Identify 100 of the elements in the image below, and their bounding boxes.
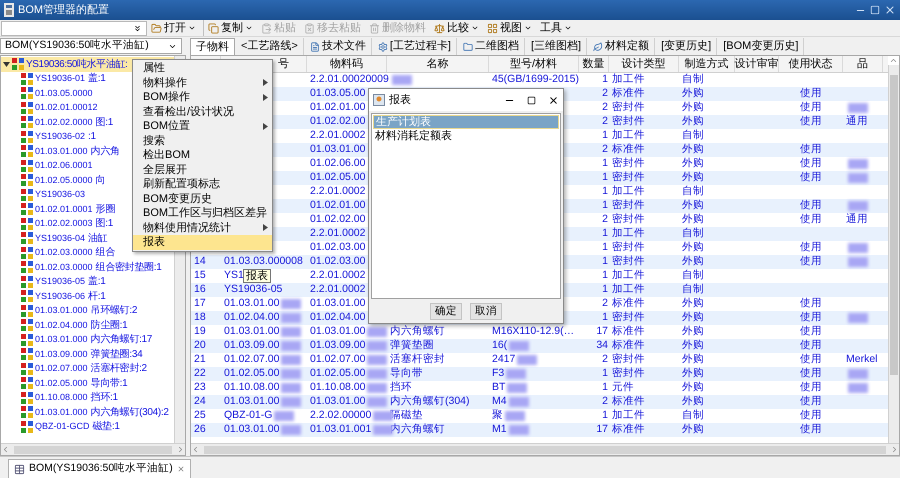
- table-cell-text: 01.02.05.00: [224, 366, 280, 382]
- table-cell-text: 1: [602, 198, 608, 214]
- table-cell-text: 密封件: [612, 100, 645, 115]
- table-cell-text: 34: [596, 338, 608, 354]
- table-cell-text: 1: [602, 170, 608, 186]
- table-cell-text: 元件: [612, 380, 634, 396]
- table-cell-text: 2.2.01.0002: [310, 282, 366, 298]
- row-number: 21: [194, 352, 206, 368]
- table-cell-text: 01.02.02.00: [310, 212, 366, 228]
- table-cell-text: 密封件: [612, 170, 645, 185]
- table-cell-text: 密封件: [612, 254, 645, 269]
- tree-item-text: 活塞杆密封:2: [90, 362, 147, 376]
- tree-item-text: 盖:1: [88, 274, 106, 290]
- table-cell-text: 加工件: [612, 268, 645, 283]
- table-cell-text: 外购: [682, 380, 704, 396]
- table-cell-text: 标准件: [612, 324, 645, 340]
- row-number: 18: [194, 310, 206, 326]
- table-cell-text: 2.2.01.0002: [310, 184, 366, 200]
- table-cell-text: 自制: [682, 282, 704, 298]
- table-cell-text: 标准件: [612, 394, 645, 409]
- tree-item-text: 图:1: [96, 116, 114, 130]
- window-title: BOM管理器的配置: [18, 2, 110, 18]
- tree-item-text: 形圈: [96, 202, 115, 217]
- table-cell-text: 加工件: [612, 408, 645, 424]
- table-cell-text: 自制: [682, 226, 704, 242]
- table-cell-text: YS1: [224, 268, 244, 284]
- table-cell-text: 外购: [682, 86, 704, 102]
- table-cell-text: 1: [602, 380, 608, 396]
- table-cell-text: 外购: [682, 310, 704, 326]
- table-cell-text: 密封件: [612, 198, 645, 213]
- table-cell-text: M1: [492, 422, 507, 438]
- row-number: 22: [194, 366, 206, 382]
- row-number: 15: [194, 268, 206, 284]
- table-cell-text: 1: [602, 226, 608, 242]
- table-cell-text: 2: [602, 100, 608, 116]
- table-cell-text: 自制: [682, 184, 704, 200]
- table-cell-text: 密封件: [612, 156, 645, 171]
- tree-item-text: 挡环:1: [90, 390, 118, 406]
- tree-item-text: 杆:1: [88, 290, 106, 304]
- table-cell-text: 使用: [800, 212, 822, 228]
- tree-item-text: 组合密封垫圈:1: [96, 260, 162, 275]
- table-cell-text: 使用: [800, 240, 822, 256]
- table-cell-text: 外购: [682, 142, 704, 158]
- table-cell-text: 外购: [682, 156, 704, 172]
- table-cell-text: 1: [602, 156, 608, 172]
- tree-item-text: 盖:1: [88, 72, 106, 86]
- tooltip: 报表: [243, 269, 271, 283]
- table-cell-text: 自制: [682, 268, 704, 283]
- table-cell-text: 通用: [846, 212, 868, 228]
- table-cell-text: 弹簧垫圈: [390, 338, 434, 353]
- table-cell-text: 01.03.01.00: [310, 142, 366, 158]
- row-number: 17: [194, 296, 206, 312]
- row-number: 24: [194, 394, 206, 410]
- table-cell-text: 外购: [682, 198, 704, 214]
- table-cell-text: 1: [602, 240, 608, 256]
- table-cell-text: 外购: [682, 366, 704, 382]
- table-cell-text: 标准件: [612, 86, 645, 101]
- table-cell-text: 2.2.02.00000: [310, 408, 372, 424]
- table-cell-text: 使用: [800, 380, 822, 396]
- table-cell-text: 外购: [682, 296, 704, 312]
- table-cell-text: 使用: [800, 170, 822, 186]
- table-cell-text: 1: [602, 72, 608, 88]
- table-cell-text: 密封件: [612, 366, 645, 382]
- table-cell-text: 加工件: [612, 128, 645, 144]
- tree-item-text: 内六角螺钉:17: [90, 332, 152, 348]
- table-cell-text: 1: [602, 282, 608, 298]
- table-cell-text: M16X110-12.9(…: [492, 324, 574, 340]
- dialog-title: 报表: [389, 92, 412, 108]
- table-cell-text: 2.2.01.0002: [310, 128, 366, 144]
- table-cell-text: 使用: [800, 296, 822, 312]
- table-cell-text: F3: [492, 366, 504, 382]
- table-cell-text: 16(: [492, 338, 508, 354]
- table-cell-text: 1: [602, 268, 608, 284]
- table-cell-text: 01.02.05.00: [310, 366, 366, 382]
- table-cell-text: 01.03.01.00: [310, 296, 366, 312]
- tree-item-text: 磁垫:1: [92, 420, 120, 434]
- table-cell-text: 挡环: [390, 380, 412, 395]
- table-cell-text: 01.03.01.00: [310, 394, 366, 410]
- table-cell-text: 外购: [682, 324, 704, 340]
- table-cell-text: 使用: [800, 100, 822, 116]
- table-cell-text: 导向带: [390, 366, 423, 381]
- table-cell-text: 17: [596, 422, 608, 438]
- table-cell-text: 内六角螺钉: [390, 422, 445, 438]
- table-cell-text: 外购: [682, 114, 704, 129]
- table-cell-text: 01.02.04.00: [224, 310, 280, 326]
- table-cell-text: 使用: [800, 142, 822, 158]
- table-cell-text: 加工件: [612, 226, 645, 241]
- table-cell-text: 自制: [682, 408, 704, 424]
- table-cell-text: 1: [602, 128, 608, 144]
- table-cell-text: 使用: [800, 254, 822, 270]
- table-cell-text: 01.02.03.00: [310, 240, 366, 256]
- table-cell-text: YS19036-05: [224, 282, 282, 298]
- row-number: 16: [194, 282, 206, 298]
- table-cell-text: 隔磁垫: [390, 408, 423, 423]
- tree-item-text: 吊环螺钉:2: [90, 304, 138, 318]
- tree-item-text: 油缸: [88, 232, 108, 246]
- table-cell-text: 使用: [800, 338, 822, 354]
- table-cell-text: 1: [602, 184, 608, 200]
- table-cell-text: 2.2.01.00020009: [310, 72, 389, 88]
- table-cell-text: 外购: [682, 100, 704, 116]
